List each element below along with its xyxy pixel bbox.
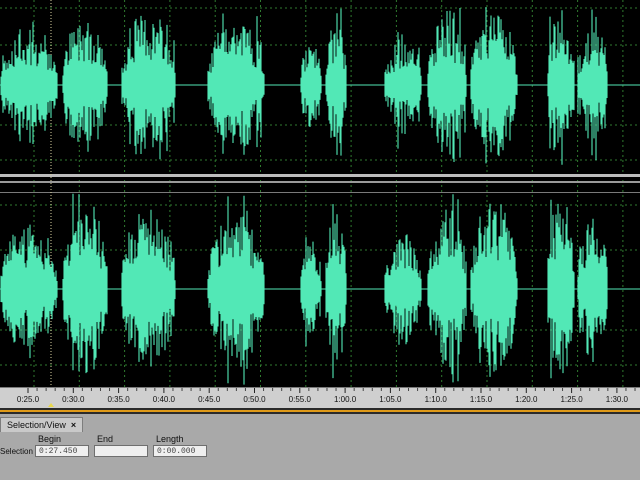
selection-end-field[interactable]: [94, 445, 148, 457]
end-header: End: [97, 434, 114, 444]
zoom-range-accent: [0, 410, 640, 412]
tick-label: 0:25.0: [17, 395, 40, 404]
playhead-marker-icon[interactable]: [48, 403, 54, 407]
waveform-canvas[interactable]: [0, 0, 640, 387]
tick-label: 1:10.0: [425, 395, 448, 404]
begin-header: Begin: [38, 434, 62, 444]
selection-length-field[interactable]: 0:00.000: [153, 445, 207, 457]
tick-label: 1:00.0: [334, 395, 357, 404]
tick-label: 0:30.0: [62, 395, 85, 404]
channel-divider: [0, 181, 640, 183]
channel-divider: [0, 174, 640, 177]
tab-selection-view[interactable]: Selection/View ×: [0, 417, 84, 432]
waveform-channel: [0, 193, 640, 385]
tick-label: 0:45.0: [198, 395, 221, 404]
waveform-channel: [0, 7, 640, 165]
time-ruler-canvas: 0:25.0 0:30.0 0:35.0 0:40.0 0:45.0 0:50.0 0:55…: [17, 388, 636, 404]
selection-row-label: Selection: [0, 447, 33, 456]
tab-selection-view-label: Selection/View: [7, 420, 66, 430]
length-header: Length: [156, 434, 184, 444]
selection-begin-field[interactable]: 0:27.450: [35, 445, 89, 457]
tick-label: 1:05.0: [379, 395, 402, 404]
tick-label: 0:55.0: [289, 395, 312, 404]
channel-divider: [0, 192, 640, 193]
tick-label: 0:35.0: [107, 395, 130, 404]
tick-label: 0:50.0: [243, 395, 266, 404]
tick-label: 0:40.0: [153, 395, 176, 404]
tick-label: 1:30.0: [606, 395, 629, 404]
waveform-display[interactable]: [0, 0, 640, 387]
tick-label: 1:20.0: [515, 395, 538, 404]
time-ruler[interactable]: 0:25.0 0:30.0 0:35.0 0:40.0 0:45.0 0:50.0 0:55…: [0, 387, 640, 409]
tick-label: 1:25.0: [560, 395, 583, 404]
tick-label: 1:15.0: [470, 395, 493, 404]
selection-view-panel: Selection/View × Begin End Length Selecti…: [0, 414, 640, 480]
close-icon[interactable]: ×: [71, 420, 76, 430]
